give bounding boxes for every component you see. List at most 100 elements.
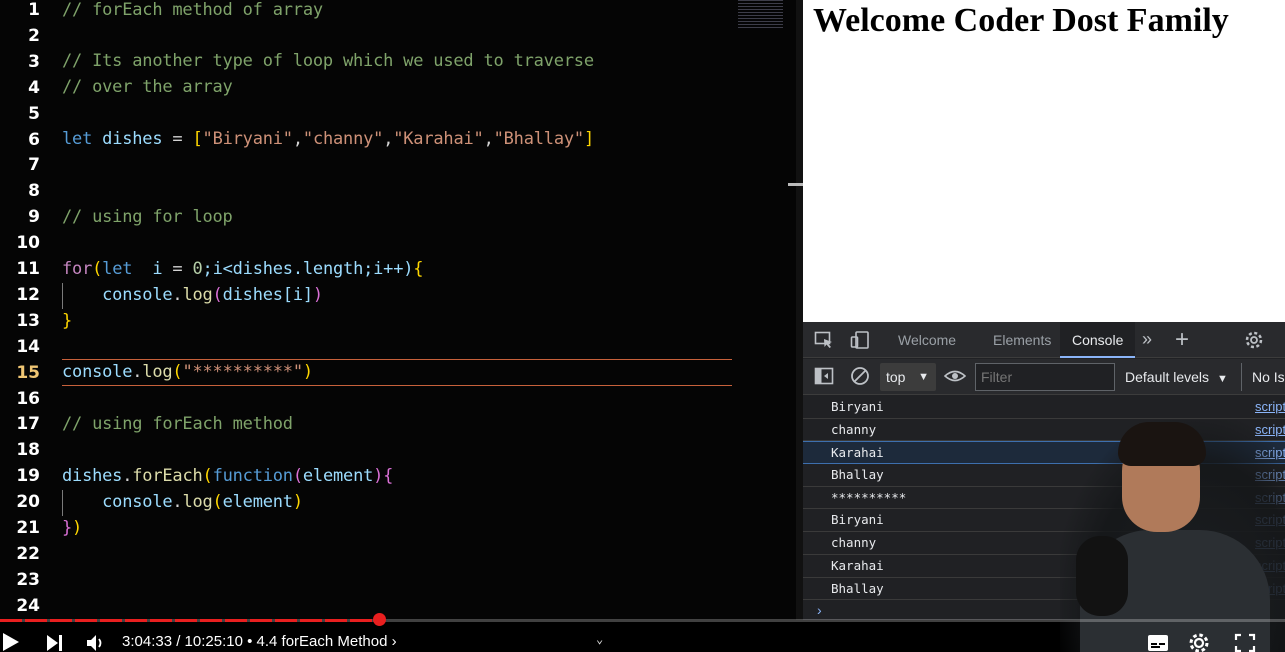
line-number-label: 1 — [28, 0, 40, 20]
code-line-13[interactable]: } — [62, 311, 72, 331]
keyword: let — [102, 259, 133, 279]
string: "channy" — [302, 129, 384, 149]
log-message: Biryani — [831, 512, 884, 528]
line-number-label: 21 — [16, 518, 40, 538]
line-number-label: 10 — [16, 233, 40, 254]
line-number-label: 3 — [28, 51, 40, 72]
tab-console[interactable]: Console — [1060, 322, 1136, 358]
variable: console — [102, 285, 173, 305]
more-tabs-icon[interactable]: » — [1142, 329, 1152, 350]
sidebar-toggle-icon[interactable] — [814, 367, 834, 390]
code-line-11[interactable]: for(let i = 0;i<dishes.length;i++){ — [62, 259, 424, 279]
variable: element — [302, 466, 374, 486]
chevron-down-icon[interactable]: ⌄ — [596, 632, 603, 646]
line-number: 18 — [0, 437, 803, 463]
line-number-label: 5 — [28, 103, 40, 124]
code-editor[interactable]: 1 2 3 4 5 6 7 8 9 10 11 12 13 14 15 16 17 18 19 20 21 22 23 24 … — [0, 0, 803, 620]
string: "Bhallay" — [493, 129, 585, 149]
page-heading: Welcome Coder Dost Family — [813, 2, 1229, 39]
add-tab-icon[interactable]: + — [1175, 326, 1189, 354]
volume-icon[interactable] — [86, 634, 106, 652]
code-line-19[interactable]: dishes.forEach(function(element){ — [62, 466, 393, 486]
line-number-label: 6 — [28, 129, 40, 150]
line-number-label: 17 — [16, 414, 40, 435]
number: 0 — [192, 259, 203, 279]
line-number: 14 — [0, 334, 803, 360]
gear-icon[interactable] — [1244, 330, 1264, 355]
caret-down-icon: ▼ — [918, 371, 929, 383]
log-message: ********** — [831, 489, 907, 505]
log-levels-dropdown[interactable]: Default levels ▼ — [1125, 359, 1228, 395]
property: length — [302, 259, 364, 279]
function: forEach — [132, 466, 203, 486]
fullscreen-icon[interactable] — [1234, 633, 1256, 652]
line-number: 8 — [0, 178, 803, 204]
time-and-chapter[interactable]: 3:04:33 / 10:25:10 • 4.4 forEach Method … — [122, 633, 397, 650]
line-number: 24 — [0, 593, 803, 619]
variable: ;i<dishes. — [202, 259, 304, 279]
line-number-label: 2 — [28, 25, 40, 46]
log-message: channy — [831, 421, 877, 437]
variable: i — [132, 259, 163, 279]
device-toolbar-icon[interactable] — [850, 330, 870, 355]
code-line-15[interactable]: console.log("**********") — [62, 362, 313, 382]
eye-icon[interactable] — [943, 367, 967, 390]
caret-down-icon: ▼ — [1216, 373, 1228, 385]
line-number: 23 — [0, 567, 803, 593]
tab-welcome[interactable]: Welcome — [898, 322, 956, 358]
comment: // using for loop — [62, 207, 233, 227]
log-message: Bhallay — [831, 580, 884, 596]
console-prompt-icon[interactable]: › — [817, 602, 822, 618]
line-number-label: 15 — [16, 362, 40, 383]
function: log — [182, 492, 213, 512]
browser-page: Welcome Coder Dost Family — [803, 0, 1285, 322]
keyword: function — [212, 466, 293, 486]
code-line-17[interactable]: // using forEach method — [62, 414, 293, 434]
code-line-1[interactable]: // forEach method of array — [62, 0, 323, 20]
line-number: 7 — [0, 152, 803, 178]
variable: element — [222, 492, 293, 512]
tab-elements[interactable]: Elements — [993, 322, 1051, 358]
code-line-9[interactable]: // using for loop — [62, 207, 233, 227]
log-source-link[interactable]: script.js — [1255, 396, 1285, 418]
progress-scrubber[interactable] — [373, 613, 387, 626]
context-select[interactable]: top ▼ — [880, 363, 936, 391]
console-log-row[interactable]: Biryani script.js — [803, 396, 1285, 419]
comment: // forEach method of array — [62, 0, 323, 20]
line-number-label: 12 — [16, 284, 40, 305]
keyword: for — [62, 259, 93, 279]
clear-console-icon[interactable] — [850, 366, 870, 391]
code-line-20[interactable]: console.log(element) — [62, 492, 303, 512]
bracket: ] — [583, 129, 594, 149]
variable: console — [102, 492, 173, 512]
log-message: Karahai — [831, 557, 884, 573]
code-line-6[interactable]: let dishes = ["Biryani","channy","Karaha… — [62, 129, 594, 149]
kebab-menu-icon[interactable]: ⋮ — [1278, 330, 1285, 350]
variable: console — [62, 362, 133, 382]
code-line-3[interactable]: // Its another type of loop which we use… — [62, 51, 594, 71]
webcam-overlay — [1060, 420, 1285, 652]
console-toolbar: top ▼ Default levels ▼ No Iss — [803, 359, 1285, 395]
inspect-element-icon[interactable] — [814, 330, 834, 355]
issues-button[interactable]: No Iss — [1241, 363, 1285, 391]
next-icon[interactable] — [46, 634, 64, 652]
devtools-tab-bar: Welcome Elements Console » + ⋮ — [803, 322, 1285, 358]
line-number-label: 19 — [16, 466, 40, 487]
subtitles-icon[interactable] — [1147, 634, 1169, 652]
line-number-label: 13 — [16, 310, 40, 331]
play-icon[interactable] — [2, 632, 20, 652]
string: "Biryani" — [202, 129, 294, 149]
filter-input[interactable] — [975, 363, 1115, 391]
code-line-21[interactable]: }) — [62, 518, 82, 538]
line-number: 16 — [0, 386, 803, 412]
code-line-4[interactable]: // over the array — [62, 77, 233, 97]
line-number-label: 22 — [16, 543, 40, 564]
settings-gear-icon[interactable] — [1188, 633, 1210, 652]
variable: dishes — [62, 466, 123, 486]
operator: = — [162, 259, 193, 279]
line-number-label: 20 — [16, 492, 40, 513]
log-message: Karahai — [831, 445, 884, 461]
line-number-label: 24 — [16, 595, 40, 616]
code-line-12[interactable]: console.log(dishes[i]) — [62, 285, 323, 305]
comment: // using forEach method — [62, 414, 293, 434]
